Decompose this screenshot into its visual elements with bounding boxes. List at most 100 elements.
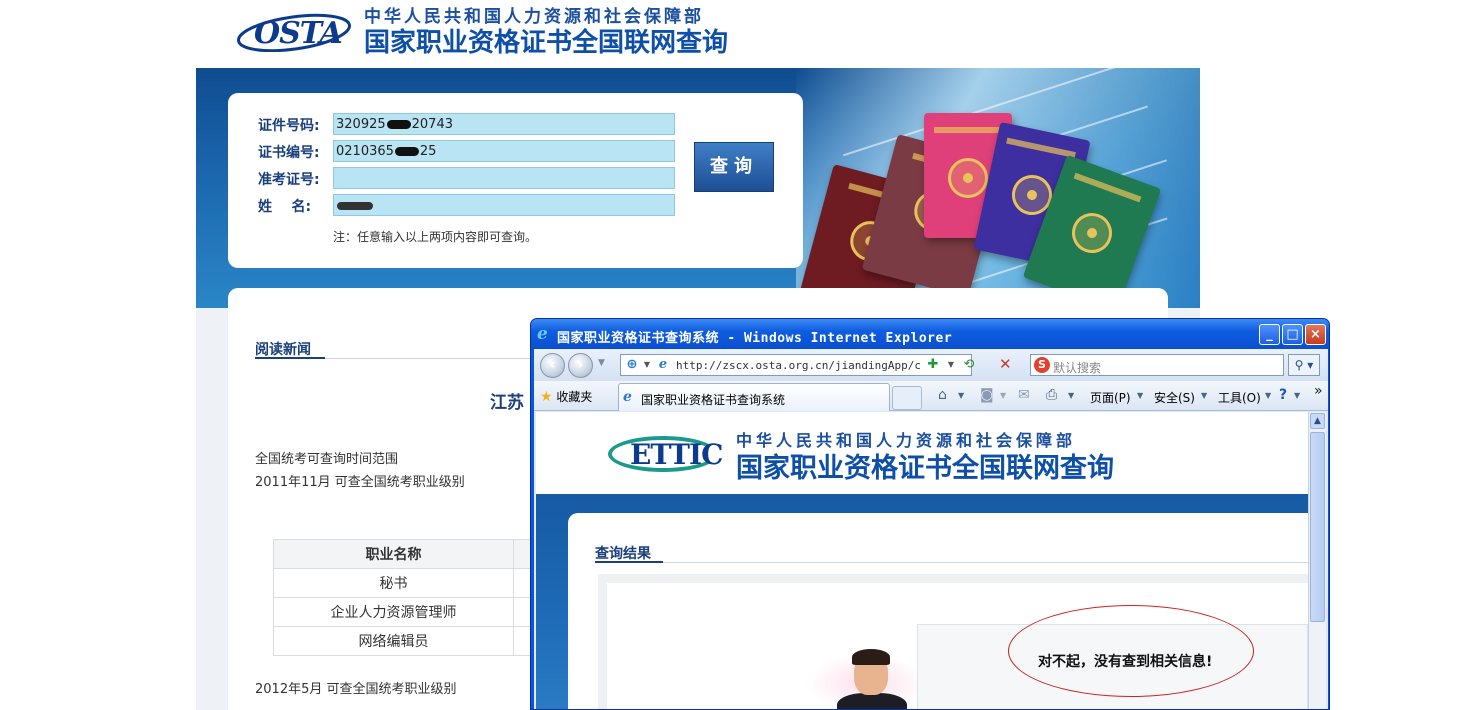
osta-site-title: 国家职业资格证书全国联网查询 xyxy=(364,28,729,58)
chevron-down-icon[interactable]: ▼ xyxy=(1294,391,1300,400)
star-icon: ★ xyxy=(540,389,553,405)
osta-logo: OSTA xyxy=(236,6,356,52)
search-placeholder: 默认搜索 xyxy=(1053,361,1102,375)
chevron-down-icon[interactable]: ▼ xyxy=(1000,391,1006,400)
ettic-site-title: 国家职业资格证书全国联网查询 xyxy=(736,453,1114,484)
message-box: 对不起，没有查到相关信息! xyxy=(917,605,1308,709)
table-cell: 网络编辑员 xyxy=(273,626,514,656)
browser-tab[interactable]: e 国家职业资格证书查询系统 xyxy=(618,383,890,411)
search-box[interactable]: S 默认搜索 xyxy=(1030,354,1284,376)
chevron-down-icon[interactable]: ▼ xyxy=(1201,391,1207,400)
table-row: 企业人力资源管理师 xyxy=(273,597,574,627)
certificate-number-suffix: 25 xyxy=(419,144,437,159)
name-input[interactable] xyxy=(333,194,675,216)
job-table: 职业名称 秘书 企业人力资源管理师 网络编辑员 xyxy=(273,539,574,656)
name-label: 姓 名: xyxy=(258,199,312,215)
chevron-down-icon[interactable]: ▼ xyxy=(1068,391,1074,400)
person-image xyxy=(852,649,890,665)
address-bar[interactable]: ⊕ ▼ e http://zscx.osta.org.cn/jiandingAp… xyxy=(620,354,974,376)
forward-button[interactable]: › xyxy=(568,353,593,378)
table-row: 秘书 xyxy=(273,568,574,598)
close-button[interactable]: × xyxy=(1305,324,1326,345)
id-number-prefix: 320925 xyxy=(336,117,386,132)
certificate-number-prefix: 0210365 xyxy=(336,144,394,159)
screen: OSTA 中华人民共和国人力资源和社会保障部 国家职业资格证书全国联网查询 证件… xyxy=(0,0,1479,710)
table-header-cell: 职业名称 xyxy=(273,539,514,569)
ie-window: e 国家职业资格证书查询系统 - Windows Internet Explor… xyxy=(530,318,1330,710)
ettic-logo-text: ETTIC xyxy=(630,438,723,471)
back-button[interactable]: ‹ xyxy=(540,353,565,378)
browser-chrome: ‹ › ▼ ⊕ ▼ e http://zscx.osta.org.cn/jian… xyxy=(534,349,1328,709)
ettic-logo: ETTIC xyxy=(608,434,723,476)
search-button[interactable]: ⚲ ▾ xyxy=(1288,354,1320,376)
navigation-bar: ‹ › ▼ ⊕ ▼ e http://zscx.osta.org.cn/jian… xyxy=(534,349,1328,381)
page-menu[interactable]: 页面(P) xyxy=(1090,389,1131,406)
redaction-mark xyxy=(337,201,373,210)
stop-icon[interactable]: ✕ xyxy=(999,355,1012,373)
window-title: 国家职业资格证书查询系统 - Windows Internet Explorer xyxy=(557,331,953,346)
tools-menu[interactable]: 工具(O) xyxy=(1218,389,1261,406)
result-panel: 查询结果 对不起，没有查到相关信息! xyxy=(568,513,1308,709)
tab-title: 国家职业资格证书查询系统 xyxy=(641,393,786,407)
person-image xyxy=(837,693,907,709)
print-icon[interactable]: ⎙ xyxy=(1046,387,1057,403)
history-dropdown-icon[interactable]: ▼ xyxy=(598,358,605,368)
certificate-number-input[interactable]: 0210365 25 xyxy=(333,140,675,162)
query-button[interactable]: 查询 xyxy=(694,142,774,192)
certificate-number-label: 证书编号: xyxy=(258,145,320,161)
osta-logo-text: OSTA xyxy=(254,16,343,51)
redaction-mark xyxy=(386,120,411,129)
table-cell: 企业人力资源管理师 xyxy=(273,597,514,627)
help-icon[interactable]: ? xyxy=(1279,387,1287,403)
command-bar: ★ 收藏夹 e 国家职业资格证书查询系统 ⌂ ▼ ◙ ▼ ✉ ⎙ ▼ 页面(P)… xyxy=(534,381,1328,411)
safety-menu[interactable]: 安全(S) xyxy=(1154,389,1195,406)
result-heading: 查询结果 xyxy=(595,546,651,562)
scroll-thumb[interactable] xyxy=(1310,432,1325,622)
page-icon: e xyxy=(623,389,632,405)
new-tab-button[interactable] xyxy=(892,386,922,410)
ie-icon: e xyxy=(537,324,548,344)
home-icon[interactable]: ⌂ xyxy=(938,387,947,403)
vertical-scrollbar[interactable]: ▲ xyxy=(1308,412,1326,709)
news-heading: 阅读新闻 xyxy=(255,342,311,358)
magnifier-icon: ⚲ xyxy=(1294,358,1304,372)
id-number-label: 证件号码: xyxy=(258,118,320,134)
chevron-down-icon[interactable]: ▼ xyxy=(943,357,959,373)
more-chevron-icon[interactable]: » xyxy=(1314,383,1323,399)
favorites-label: 收藏夹 xyxy=(556,390,593,404)
feeds-icon[interactable]: ◙ xyxy=(980,387,994,403)
scroll-up-arrow-icon[interactable]: ▲ xyxy=(1310,413,1325,429)
login-panel: 证件号码: 320925 20743 证书编号: 0210365 25 准考证号: … xyxy=(228,93,803,268)
chevron-down-icon[interactable]: ▼ xyxy=(1265,391,1271,400)
refresh-icon[interactable]: ⟲ xyxy=(961,357,977,373)
chevron-down-icon[interactable]: ▼ xyxy=(1137,391,1143,400)
address-text[interactable]: http://zscx.osta.org.cn/jiandingApp/comm xyxy=(676,359,921,372)
compatibility-icon[interactable]: ✚ xyxy=(925,357,941,373)
chevron-down-icon[interactable]: ▼ xyxy=(639,357,655,373)
table-header-row: 职业名称 xyxy=(273,539,574,569)
news-paragraph: 全国统考可查询时间范围 xyxy=(255,452,399,467)
search-engine-icon[interactable]: S xyxy=(1034,357,1050,373)
page-icon: e xyxy=(658,357,668,372)
id-number-input[interactable]: 320925 20743 xyxy=(333,113,675,135)
osta-header: OSTA 中华人民共和国人力资源和社会保障部 国家职业资格证书全国联网查询 xyxy=(236,0,836,68)
chevron-down-icon[interactable]: ▼ xyxy=(958,391,964,400)
divider xyxy=(595,562,1308,563)
page-content: ETTIC 中华人民共和国人力资源和社会保障部 国家职业资格证书全国联网查询 查… xyxy=(536,412,1308,709)
divider-accent xyxy=(255,357,325,359)
id-number-suffix: 20743 xyxy=(411,117,453,132)
divider-accent xyxy=(595,561,663,563)
exam-number-input[interactable] xyxy=(333,167,675,189)
table-cell: 秘书 xyxy=(273,568,514,598)
exam-number-label: 准考证号: xyxy=(258,172,320,188)
mail-icon[interactable]: ✉ xyxy=(1018,387,1030,403)
news-paragraph: 2012年5月 可查全国统考职业级别 xyxy=(255,682,457,697)
result-box: 对不起，没有查到相关信息! xyxy=(598,574,1308,709)
maximize-button[interactable]: □ xyxy=(1282,324,1303,345)
add-tab-icon[interactable]: ⊕ xyxy=(624,357,640,373)
window-titlebar[interactable]: e 国家职业资格证书查询系统 - Windows Internet Explor… xyxy=(531,319,1329,349)
favorites-button[interactable]: ★ 收藏夹 xyxy=(540,388,592,405)
table-row: 网络编辑员 xyxy=(273,626,574,656)
minimize-button[interactable]: _ xyxy=(1259,324,1280,345)
result-box-inner: 对不起，没有查到相关信息! xyxy=(607,583,1308,709)
